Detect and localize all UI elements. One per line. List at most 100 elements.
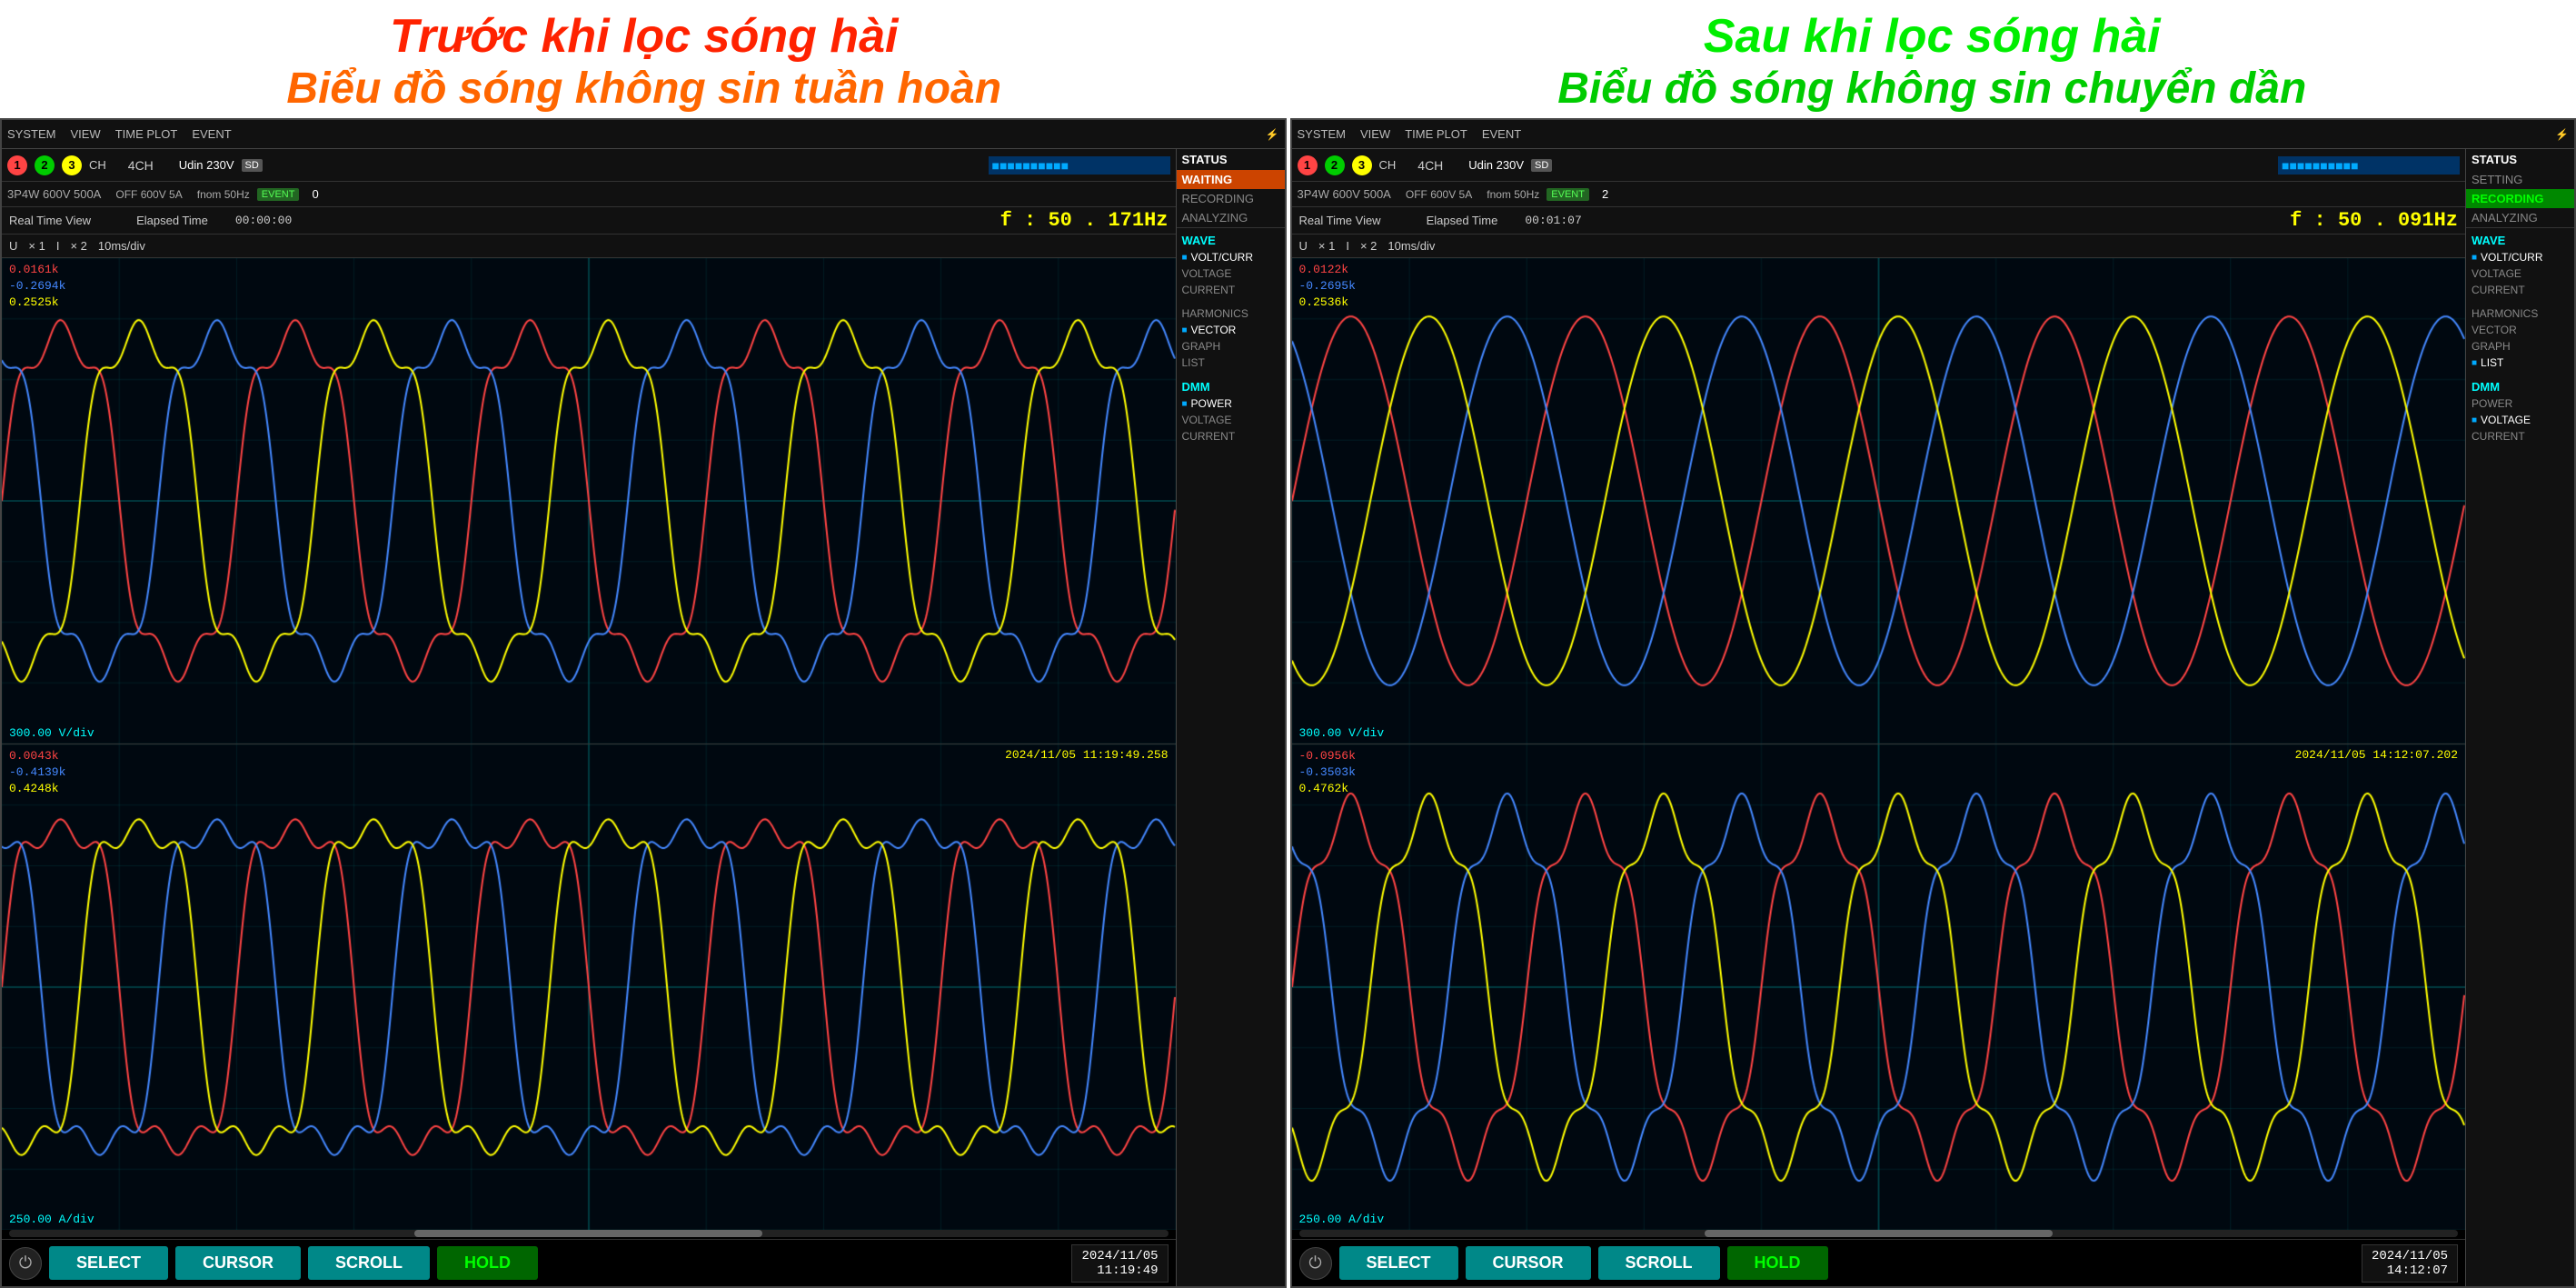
right-elapsed-label: Elapsed Time — [1427, 214, 1498, 227]
left-scale-time: 10ms/div — [98, 239, 145, 253]
right-title-sub: Biểu đồ sóng không sin chuyển dần — [1288, 64, 2576, 114]
left-wave-voltcurr[interactable]: ■ VOLT/CURR — [1177, 249, 1285, 265]
left-wave-graph[interactable]: GRAPH — [1177, 338, 1285, 354]
right-wave-current[interactable]: CURRENT — [2466, 282, 2574, 298]
right-voltcurr-text: VOLT/CURR — [2481, 251, 2542, 264]
left-udin: Udin 230V — [179, 158, 234, 172]
right-osc-body: 1 2 3 CH 4CH Udin 230V SD ■■■■■■■■■■ 3P4… — [1292, 149, 2575, 1286]
left-realtime-label: Real Time View — [9, 214, 91, 227]
right-dvoltage-bullet: ■ — [2472, 415, 2477, 425]
left-ch3-badge[interactable]: 3 — [62, 155, 82, 175]
right-ch1-badge[interactable]: 1 — [1298, 155, 1318, 175]
left-status-panel: STATUS WAITING RECORDING ANALYZING WAVE … — [1176, 149, 1285, 1286]
right-select-btn[interactable]: SELECT — [1339, 1246, 1458, 1280]
left-ch4-label[interactable]: 4CH — [128, 158, 154, 173]
right-wave-graph[interactable]: GRAPH — [2466, 338, 2574, 354]
left-status-analyzing[interactable]: ANALYZING — [1177, 208, 1285, 227]
right-waves: 0.0122k -0.2695k 0.2536k 300.00 V/div -0… — [1292, 258, 2466, 1230]
right-scalerow: U × 1 I × 2 10ms/div — [1292, 235, 2466, 258]
right-wave-voltcurr[interactable]: ■ VOLT/CURR — [2466, 249, 2574, 265]
right-cursor-btn[interactable]: CURSOR — [1466, 1246, 1591, 1280]
right-wave-vector[interactable]: VECTOR — [2466, 322, 2574, 338]
right-menu-event[interactable]: EVENT — [1482, 127, 1521, 141]
right-ch3-badge[interactable]: 3 — [1352, 155, 1372, 175]
left-dmm-voltage[interactable]: VOLTAGE — [1177, 412, 1285, 428]
left-voltcurr-text: VOLT/CURR — [1191, 251, 1253, 264]
right-scale-x2: × 2 — [1360, 239, 1377, 253]
right-dmm-voltage[interactable]: ■ VOLTAGE — [2466, 412, 2574, 428]
right-bottombar: ⏻ SELECT CURSOR SCROLL HOLD 2024/11/05 1… — [1292, 1239, 2466, 1286]
left-cursor-btn[interactable]: CURSOR — [175, 1246, 301, 1280]
right-wave-label: WAVE — [2466, 232, 2574, 249]
right-power-btn[interactable]: ⏻ — [1299, 1247, 1332, 1280]
right-menu-view[interactable]: VIEW — [1360, 127, 1390, 141]
left-wave-vector[interactable]: ■ VECTOR — [1177, 322, 1285, 338]
right-status-setting[interactable]: SETTING — [2466, 170, 2574, 189]
right-lower-adiv: 250.00 A/div — [1299, 1213, 1385, 1226]
right-dvoltage-text: VOLTAGE — [2481, 414, 2531, 426]
left-status-bar-green: ■■■■■■■■■■ — [989, 156, 1170, 175]
right-ch4-label[interactable]: 4CH — [1417, 158, 1443, 173]
left-wave-list[interactable]: LIST — [1177, 354, 1285, 371]
left-confrow: 3P4W 600V 500A OFF 600V 5A fnom 50Hz EVE… — [2, 182, 1176, 207]
right-dmm-power[interactable]: POWER — [2466, 395, 2574, 412]
left-title-sub: Biểu đồ sóng không sin tuần hoàn — [0, 64, 1288, 114]
left-wave-upper: 0.0161k -0.2694k 0.2525k 300.00 V/div — [2, 258, 1176, 744]
left-scale-x2: × 2 — [70, 239, 86, 253]
left-scrollbar[interactable] — [9, 1230, 1169, 1237]
left-select-btn[interactable]: SELECT — [49, 1246, 168, 1280]
left-bottombar: ⏻ SELECT CURSOR SCROLL HOLD 2024/11/05 1… — [2, 1239, 1176, 1286]
left-power-btn[interactable]: ⏻ — [9, 1247, 42, 1280]
right-wave-voltage[interactable]: VOLTAGE — [2466, 265, 2574, 282]
right-dmm-current[interactable]: CURRENT — [2466, 428, 2574, 444]
left-ch2-badge[interactable]: 2 — [35, 155, 55, 175]
left-dmm-power[interactable]: ■ POWER — [1177, 395, 1285, 412]
right-status-analyzing[interactable]: ANALYZING — [2466, 208, 2574, 227]
left-ch1-badge[interactable]: 1 — [7, 155, 27, 175]
right-menu-system[interactable]: SYSTEM — [1298, 127, 1346, 141]
left-wave-current[interactable]: CURRENT — [1177, 282, 1285, 298]
right-menu-timeplot[interactable]: TIME PLOT — [1405, 127, 1467, 141]
right-status-bar-green: ■■■■■■■■■■ — [2278, 156, 2460, 175]
right-status-recording[interactable]: RECORDING — [2466, 189, 2574, 208]
panels-row: SYSTEM VIEW TIME PLOT EVENT ⚡ 1 2 3 CH 4… — [0, 118, 2576, 1288]
left-elapsed-val: 00:00:00 — [235, 214, 292, 227]
left-menu-view[interactable]: VIEW — [70, 127, 100, 141]
right-lower-labels: -0.0956k -0.3503k 0.4762k — [1299, 748, 1356, 798]
left-scroll-btn[interactable]: SCROLL — [308, 1246, 430, 1280]
right-scroll-btn[interactable]: SCROLL — [1598, 1246, 1720, 1280]
right-osc-panel: SYSTEM VIEW TIME PLOT EVENT ⚡ 1 2 3 CH 4… — [1290, 118, 2576, 1288]
left-vector-bullet: ■ — [1182, 325, 1188, 335]
right-ch2-badge[interactable]: 2 — [1325, 155, 1345, 175]
left-status-recording[interactable]: RECORDING — [1177, 189, 1285, 208]
left-menu-system[interactable]: SYSTEM — [7, 127, 55, 141]
left-lower-canvas — [2, 744, 1176, 1230]
left-status-waiting[interactable]: WAITING — [1177, 170, 1285, 189]
left-hold-btn[interactable]: HOLD — [437, 1246, 538, 1280]
left-upper-vdiv: 300.00 V/div — [9, 726, 94, 740]
left-lower-adiv: 250.00 A/div — [9, 1213, 94, 1226]
right-dmm-label: DMM — [2466, 378, 2574, 395]
left-wave-harmonics[interactable]: HARMONICS — [1177, 305, 1285, 322]
right-scrollbar-thumb — [1705, 1230, 2053, 1237]
right-lower-timestamp: 2024/11/05 14:12:07.202 — [2295, 748, 2458, 762]
left-menu-timeplot[interactable]: TIME PLOT — [115, 127, 178, 141]
right-upper-canvas — [1292, 258, 2466, 744]
right-upper-v2: -0.2695k — [1299, 278, 1356, 295]
left-event-badge: EVENT — [257, 188, 300, 201]
left-menu-event[interactable]: EVENT — [192, 127, 231, 141]
left-title-main: Trước khi lọc sóng hài — [0, 9, 1288, 64]
right-scrollbar[interactable] — [1299, 1230, 2459, 1237]
right-off: OFF 600V 5A — [1406, 188, 1472, 201]
left-wave-lower: 0.0043k -0.4139k 0.4248k 2024/11/05 11:1… — [2, 744, 1176, 1230]
right-wave-harmonics[interactable]: HARMONICS — [2466, 305, 2574, 322]
left-wave-voltage[interactable]: VOLTAGE — [1177, 265, 1285, 282]
left-voltcurr-bullet: ■ — [1182, 253, 1188, 263]
right-hold-btn[interactable]: HOLD — [1727, 1246, 1828, 1280]
right-wave-list[interactable]: ■ LIST — [2466, 354, 2574, 371]
left-lower-v2: -0.4139k — [9, 764, 65, 781]
right-upper-v3: 0.2536k — [1299, 295, 1356, 311]
left-wave-label: WAVE — [1177, 232, 1285, 249]
left-ch-label: CH — [89, 158, 106, 172]
left-dmm-current[interactable]: CURRENT — [1177, 428, 1285, 444]
